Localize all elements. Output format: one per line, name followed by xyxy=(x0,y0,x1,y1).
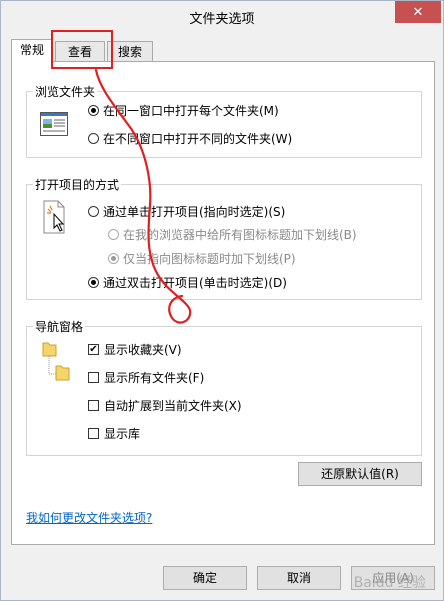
radio-new-window[interactable] xyxy=(88,133,99,144)
radio-double-click[interactable] xyxy=(88,277,99,288)
help-link[interactable]: 我如何更改文件夹选项? xyxy=(26,509,152,526)
browse-folders-legend: 浏览文件夹 xyxy=(33,83,98,100)
dialog-title: 文件夹选项 xyxy=(189,12,255,27)
ok-button[interactable]: 确定 xyxy=(163,566,247,590)
cancel-button[interactable]: 取消 xyxy=(257,566,341,590)
option-show-all-folders-label: 显示所有文件夹(F) xyxy=(104,371,205,385)
navigation-pane-group: 导航窗格 xyxy=(26,318,422,456)
option-auto-expand-label: 自动扩展到当前文件夹(X) xyxy=(104,399,242,413)
folder-tree-icon xyxy=(42,340,72,387)
checkbox-show-all-folders[interactable] xyxy=(88,372,99,383)
tab-view-highlight xyxy=(51,30,113,69)
navigation-pane-legend: 导航窗格 xyxy=(33,318,86,335)
tab-search[interactable]: 搜索 xyxy=(107,41,153,61)
general-panel: 浏览文件夹 在同一窗口中打开每个文件夹(M) 在不同窗口中打开不同的文件夹(W) xyxy=(11,61,435,545)
checkbox-show-favorites[interactable]: ✔ xyxy=(88,344,99,355)
option-show-all-folders[interactable]: 显示所有文件夹(F) xyxy=(88,369,204,386)
option-show-favorites[interactable]: ✔ 显示收藏夹(V) xyxy=(88,341,182,358)
option-single-click[interactable]: 通过单击打开项目(指向时选定)(S) xyxy=(88,203,285,220)
folder-options-dialog: 文件夹选项 ✕ 常规 查看 搜索 浏览文件夹 在同一窗口中打开每个文件夹(M) … xyxy=(0,0,444,601)
option-underline-hover[interactable]: 仅当指向图标标题时加下划线(P) xyxy=(108,250,296,267)
option-new-window[interactable]: 在不同窗口中打开不同的文件夹(W) xyxy=(88,130,292,147)
radio-same-window[interactable] xyxy=(88,105,99,116)
option-show-libraries-label: 显示库 xyxy=(104,427,141,441)
checkbox-auto-expand[interactable] xyxy=(88,400,99,411)
option-underline-hover-label: 仅当指向图标标题时加下划线(P) xyxy=(123,252,296,266)
radio-single-click[interactable] xyxy=(88,206,99,217)
open-items-legend: 打开项目的方式 xyxy=(33,176,122,193)
close-button[interactable]: ✕ xyxy=(395,1,441,23)
title-bar: 文件夹选项 ✕ xyxy=(1,1,443,31)
option-double-click[interactable]: 通过双击打开项目(单击时选定)(D) xyxy=(88,274,287,291)
option-double-click-label: 通过双击打开项目(单击时选定)(D) xyxy=(103,276,287,290)
option-show-favorites-label: 显示收藏夹(V) xyxy=(104,343,182,357)
option-underline-all[interactable]: 在我的浏览器中给所有图标标题加下划线(B) xyxy=(108,226,357,243)
radio-underline-hover[interactable] xyxy=(108,253,119,264)
radio-underline-all[interactable] xyxy=(108,229,119,240)
click-cursor-icon xyxy=(42,200,68,237)
browse-window-icon xyxy=(40,112,68,139)
option-new-window-label: 在不同窗口中打开不同的文件夹(W) xyxy=(103,132,293,146)
option-underline-all-label: 在我的浏览器中给所有图标标题加下划线(B) xyxy=(123,228,357,242)
option-auto-expand[interactable]: 自动扩展到当前文件夹(X) xyxy=(88,397,242,414)
checkbox-show-libraries[interactable] xyxy=(88,428,99,439)
option-show-libraries[interactable]: 显示库 xyxy=(88,425,140,442)
option-same-window[interactable]: 在同一窗口中打开每个文件夹(M) xyxy=(88,102,279,119)
watermark: Baidu 经验 xyxy=(353,575,426,591)
restore-defaults-button[interactable]: 还原默认值(R) xyxy=(298,462,422,486)
option-same-window-label: 在同一窗口中打开每个文件夹(M) xyxy=(103,104,279,118)
tab-general[interactable]: 常规 xyxy=(11,39,53,62)
option-single-click-label: 通过单击打开项目(指向时选定)(S) xyxy=(103,205,286,219)
